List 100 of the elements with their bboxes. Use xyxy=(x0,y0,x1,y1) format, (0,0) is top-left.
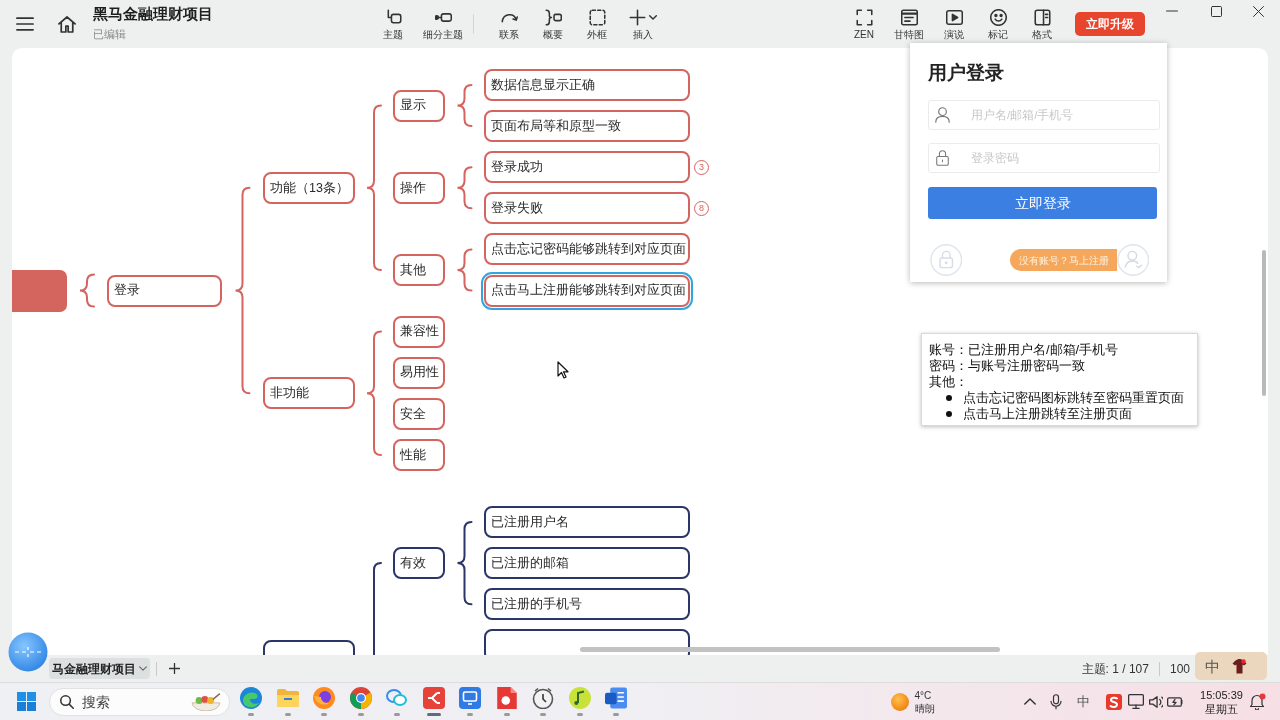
corners-icon xyxy=(855,8,873,26)
brace-connector xyxy=(456,248,473,292)
topic-node[interactable]: 其他 xyxy=(393,253,445,286)
minimize-icon[interactable] xyxy=(1165,10,1178,12)
topic-count: 主题: 1 / 107 xyxy=(1081,660,1149,678)
smiley-icon xyxy=(989,8,1007,26)
plus-icon xyxy=(629,8,646,26)
shirt-icon[interactable] xyxy=(1232,658,1247,674)
topic-node[interactable]: 安全 xyxy=(393,397,445,430)
note-line: 其他： xyxy=(929,374,968,390)
login-title: 用户登录 xyxy=(928,61,1004,85)
home-icon[interactable] xyxy=(58,15,76,33)
lock-icon xyxy=(935,150,950,166)
zen-button[interactable]: ZEN xyxy=(842,0,886,42)
ime-mode[interactable]: 中 xyxy=(1205,658,1220,674)
topic-node[interactable]: 登录成功 xyxy=(484,151,690,184)
curve-tile-icon[interactable] xyxy=(1105,693,1122,710)
close-icon[interactable] xyxy=(1253,5,1264,17)
topic-node[interactable]: 非功能 xyxy=(263,377,355,410)
sheet-tab[interactable]: 马金融理财项目 xyxy=(49,658,150,679)
branch-tile-icon[interactable] xyxy=(422,687,445,709)
clock-day: 星期五 xyxy=(1205,701,1238,716)
window-lines-icon xyxy=(900,8,918,26)
topic-node[interactable]: 点击忘记密码能够跳转到对应页面 xyxy=(484,233,690,266)
weather-condition: 晴朗 xyxy=(914,701,935,715)
monitor-icon[interactable] xyxy=(1127,694,1144,709)
split-panel-icon xyxy=(1033,8,1051,26)
brace-connector xyxy=(456,84,473,128)
bell-icon[interactable] xyxy=(1249,693,1266,710)
person-icon xyxy=(935,107,950,123)
scrollbar-thumb[interactable] xyxy=(1262,250,1266,396)
login-button[interactable]: 立即登录 xyxy=(928,187,1157,219)
collapsed-count[interactable]: 8 xyxy=(694,200,709,216)
gantt-button[interactable]: 甘特图 xyxy=(886,0,932,42)
topic-node[interactable]: 登录失败 xyxy=(484,192,690,225)
topic-node[interactable]: 兼容性 xyxy=(393,315,445,348)
relationship-button[interactable]: 联系 xyxy=(487,0,531,42)
topic-node[interactable]: 易用性 xyxy=(393,356,445,389)
search-icon xyxy=(60,694,74,709)
search-field[interactable]: 搜索 xyxy=(49,687,230,716)
note-line: 账号：已注册用户名/邮箱/手机号 xyxy=(929,342,1119,358)
alarm-clock-icon[interactable] xyxy=(532,687,555,709)
menu-icon[interactable] xyxy=(16,17,34,31)
chevron-up-icon[interactable] xyxy=(1023,698,1036,705)
topic-node[interactable]: 已注册的手机号 xyxy=(484,588,690,621)
topic-node[interactable]: 页面布局等和原型一致 xyxy=(484,110,690,143)
brace-connector xyxy=(456,166,473,210)
document-stack-icon[interactable] xyxy=(605,687,628,709)
boundary-button[interactable]: 外框 xyxy=(575,0,619,42)
topic-node[interactable]: 已注册的邮箱 xyxy=(484,547,690,580)
chat-bubbles-icon[interactable] xyxy=(386,687,409,709)
monitor-tile-icon[interactable] xyxy=(459,687,482,709)
microphone-icon[interactable] xyxy=(1049,693,1062,710)
music-note-icon[interactable] xyxy=(568,687,591,709)
summary-button[interactable]: 概要 xyxy=(531,0,575,42)
note-line: 点击忘记密码图标跳转至密码重置页面 xyxy=(963,390,1184,406)
topic-node[interactable]: 登录 xyxy=(107,274,222,307)
cursor-icon xyxy=(557,361,569,379)
subtopic-button[interactable]: 细分主题 xyxy=(415,0,471,42)
plus-icon[interactable] xyxy=(169,663,180,674)
crosshair-ball-icon[interactable] xyxy=(8,632,48,672)
topic-node[interactable]: 点击马上注册能够跳转到对应页面 xyxy=(481,271,693,310)
folder-icon[interactable] xyxy=(276,687,299,709)
topic-node[interactable]: 功能（13条） xyxy=(263,171,355,204)
speaker-icon[interactable] xyxy=(1148,695,1163,708)
topic-node[interactable]: 性能 xyxy=(393,438,445,471)
salad-bowl-icon xyxy=(191,692,221,711)
topic-node[interactable]: 操作 xyxy=(393,171,445,204)
segmented-circle-icon[interactable] xyxy=(349,687,372,709)
topic-node[interactable]: 有效 xyxy=(393,547,445,580)
topic-node[interactable]: 显示 xyxy=(393,89,445,122)
maximize-icon[interactable] xyxy=(1211,5,1222,17)
sun-icon xyxy=(890,692,909,711)
scrollbar-thumb[interactable] xyxy=(580,647,1000,652)
topic-node[interactable]: 已注册用户名 xyxy=(484,506,690,538)
format-button[interactable]: 格式 xyxy=(1020,0,1064,42)
ime-mode[interactable]: 中 xyxy=(1076,695,1090,708)
insert-button[interactable]: 插入 xyxy=(619,0,667,42)
play-icon xyxy=(945,8,963,26)
bullet-icon xyxy=(946,411,952,417)
pitch-button[interactable]: 演说 xyxy=(932,0,976,42)
note-line: 点击马上注册跳转至注册页面 xyxy=(963,406,1132,422)
brace-box-icon xyxy=(544,8,562,26)
four-panes-icon[interactable] xyxy=(17,692,36,711)
document-title: 黑马金融理财项目 xyxy=(93,4,213,24)
topic-node[interactable]: 数据信息显示正确 xyxy=(484,69,690,101)
marker-button[interactable]: 标记 xyxy=(976,0,1020,42)
note-line: 密码：与账号注册密码一致 xyxy=(929,358,1085,374)
caret-icon xyxy=(649,14,657,20)
swirl-circle-icon[interactable] xyxy=(240,687,263,709)
topic-button[interactable]: 主题 xyxy=(371,0,415,42)
battery-plug-icon[interactable] xyxy=(1166,696,1183,707)
collapsed-count[interactable]: 3 xyxy=(694,159,709,175)
document-icon[interactable] xyxy=(495,687,518,709)
brace-connector xyxy=(79,273,95,308)
bullet-icon xyxy=(946,395,952,401)
flame-globe-icon[interactable] xyxy=(313,687,336,709)
dashed-square-icon xyxy=(588,8,606,26)
zoom-level[interactable]: 100 xyxy=(1169,659,1190,678)
upgrade-button[interactable]: 立即升级 xyxy=(1075,12,1145,36)
